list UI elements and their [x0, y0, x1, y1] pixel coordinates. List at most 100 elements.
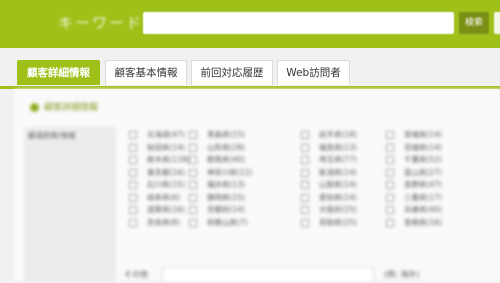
other-label: その他: [124, 270, 148, 279]
checkbox-box[interactable]: [301, 156, 309, 164]
checkbox-box[interactable]: [129, 206, 137, 214]
tab-customer-details[interactable]: 顧客詳細情報: [17, 60, 100, 85]
checkbox-box[interactable]: [301, 193, 309, 202]
checkbox-box[interactable]: [189, 156, 197, 164]
other-example-label: (例: 海外): [384, 270, 420, 279]
checkbox-box[interactable]: [386, 206, 394, 214]
checkbox-box[interactable]: [129, 193, 137, 202]
prefecture-checkbox[interactable]: 岩手県(18): [301, 129, 357, 141]
prefecture-checkbox[interactable]: 宮城県(14): [386, 129, 442, 141]
prefecture-checkbox[interactable]: 福井県(13): [189, 179, 245, 191]
prefecture-checkbox[interactable]: 奈良県(8): [129, 217, 180, 229]
prefecture-checkbox[interactable]: 山梨県(14): [301, 179, 357, 191]
checkbox-box[interactable]: [386, 168, 394, 177]
checkbox-box[interactable]: [386, 193, 394, 202]
prefecture-name: 奈良県(8): [147, 217, 181, 227]
header-bar: キーワード 検索: [0, 0, 500, 48]
prefecture-checkbox[interactable]: 滋賀県(16): [129, 204, 185, 216]
checkbox-box[interactable]: [301, 168, 309, 177]
prefecture-name: 青森県(15): [207, 130, 245, 139]
prefecture-name: 兵庫県(40): [404, 205, 442, 214]
checkbox-box[interactable]: [189, 131, 197, 139]
checkbox-box[interactable]: [129, 168, 137, 177]
prefecture-checkbox[interactable]: 千葉県(52): [386, 154, 442, 166]
checkbox-box[interactable]: [301, 143, 309, 152]
prefecture-checkbox[interactable]: 静岡県(15): [189, 192, 245, 204]
prefecture-checkbox[interactable]: 三重県(17): [386, 192, 442, 204]
prefecture-checkbox[interactable]: 鳥取県(25): [301, 217, 357, 229]
prefecture-checkbox[interactable]: 茨城県(14): [386, 142, 442, 154]
checkbox-box[interactable]: [189, 143, 197, 152]
prefecture-name: 島根県(16): [404, 217, 442, 227]
prefecture-name: 秋田県(14): [147, 142, 185, 152]
checkbox-box[interactable]: [301, 218, 309, 227]
prefecture-checkbox[interactable]: 大阪府(25): [301, 204, 357, 216]
prefecture-checkbox[interactable]: 埼玉県(77): [301, 154, 357, 166]
prefecture-checkbox[interactable]: 東京都(16): [129, 167, 185, 179]
prefecture-name: 三重県(17): [404, 192, 442, 202]
prefecture-checkbox[interactable]: 石川県(15): [129, 179, 185, 191]
prefecture-checkbox[interactable]: 北海道(47): [129, 129, 185, 141]
header-right-control[interactable]: [494, 12, 500, 34]
prefecture-name: 山形県(28): [207, 142, 245, 152]
prefecture-name: 茨城県(14): [404, 142, 442, 152]
tab-customer-basic-info[interactable]: 顧客基本情報: [105, 60, 187, 85]
prefecture-name: 滋賀県(16): [147, 205, 185, 214]
checkbox-box[interactable]: [386, 181, 394, 189]
checkbox-box[interactable]: [189, 181, 197, 189]
prefecture-checkbox[interactable]: 富山県(27): [386, 167, 442, 179]
checkbox-box[interactable]: [129, 131, 137, 139]
prefecture-name: 福島県(13): [319, 142, 357, 152]
prefecture-checkbox[interactable]: 山形県(28): [189, 142, 245, 154]
prefecture-name: 京都府(14): [207, 205, 245, 214]
checkbox-box[interactable]: [129, 181, 137, 189]
prefecture-name: 和歌山県(7): [207, 217, 248, 227]
tab-web-visitor[interactable]: Web訪問者: [277, 60, 350, 85]
tab-bar: 顧客詳細情報 顧客基本情報 前回対応履歴 Web訪問者: [0, 60, 500, 89]
checkbox-box[interactable]: [129, 218, 137, 227]
checkbox-box[interactable]: [189, 168, 197, 177]
prefecture-checkbox[interactable]: 栃木県(118): [129, 154, 190, 166]
checkbox-box[interactable]: [129, 143, 137, 152]
checkbox-box[interactable]: [189, 206, 197, 214]
prefecture-name: 千葉県(52): [404, 155, 442, 164]
tab-previous-history[interactable]: 前回対応履歴: [191, 60, 273, 85]
checkbox-box[interactable]: [189, 218, 197, 227]
prefecture-checkbox[interactable]: 新潟県(14): [301, 167, 357, 179]
checkbox-box[interactable]: [386, 143, 394, 152]
prefecture-checkbox[interactable]: 愛知県(14): [301, 192, 357, 204]
prefecture-name: 神奈川県(12): [207, 167, 253, 177]
checkbox-box[interactable]: [301, 181, 309, 189]
checkbox-box[interactable]: [301, 131, 309, 139]
prefecture-checkbox[interactable]: 兵庫県(40): [386, 204, 442, 216]
checkbox-box[interactable]: [386, 156, 394, 164]
prefecture-checkbox[interactable]: 岐阜県(6): [129, 192, 180, 204]
checkbox-box[interactable]: [386, 131, 394, 139]
prefecture-checkbox[interactable]: 福島県(13): [301, 142, 357, 154]
prefecture-checkbox[interactable]: 秋田県(14): [129, 142, 185, 154]
prefecture-checkbox[interactable]: 群馬県(40): [189, 154, 245, 166]
prefecture-checkbox[interactable]: 青森県(15): [189, 129, 245, 141]
prefecture-name: 群馬県(40): [207, 155, 245, 164]
prefecture-checkbox[interactable]: 京都府(14): [189, 204, 245, 216]
search-button[interactable]: 検索: [459, 12, 489, 34]
prefecture-label-text: 都道府県/地域: [28, 131, 76, 140]
prefecture-checkbox[interactable]: 神奈川県(12): [189, 167, 252, 179]
search-input[interactable]: [143, 12, 454, 34]
checkbox-box[interactable]: [129, 156, 137, 164]
prefecture-name: 東京都(16): [147, 167, 185, 177]
checkbox-box[interactable]: [301, 206, 309, 214]
checkbox-box[interactable]: [189, 193, 197, 202]
prefecture-checkbox[interactable]: 島根県(16): [386, 217, 442, 229]
prefecture-name: 岩手県(18): [319, 130, 357, 139]
prefecture-checkbox[interactable]: 和歌山県(7): [189, 217, 248, 229]
prefecture-name: 愛知県(14): [319, 192, 357, 202]
prefecture-name: 北海道(47): [147, 130, 185, 139]
prefecture-name: 埼玉県(77): [319, 155, 357, 164]
prefecture-checkbox[interactable]: 長野県(47): [386, 179, 442, 191]
prefecture-name: 鳥取県(25): [319, 217, 357, 227]
prefecture-name: 山梨県(14): [319, 180, 357, 189]
content-panel: 顧客詳細情報 都道府県/地域 北海道(47) 青森県(15) 岩手県(18) 宮城県(…: [14, 89, 500, 283]
prefecture-name: 栃木県(118): [147, 155, 190, 164]
checkbox-box[interactable]: [386, 218, 394, 227]
